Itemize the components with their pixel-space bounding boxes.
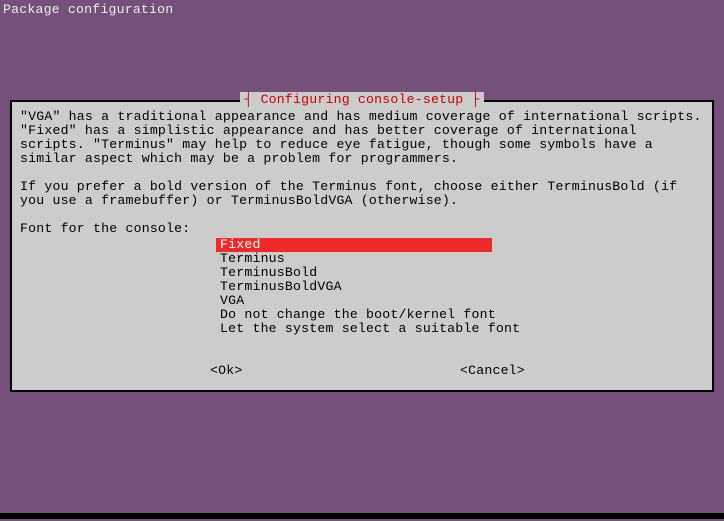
cancel-button[interactable]: <Cancel> (460, 364, 525, 378)
ok-button[interactable]: <Ok> (210, 364, 242, 378)
option-terminusboldvga[interactable]: TerminusBoldVGA (216, 280, 492, 294)
page-title: Package configuration (3, 3, 173, 17)
dialog-box: ┤ Configuring console-setup ├ "VGA" has … (10, 100, 714, 392)
option-fixed[interactable]: Fixed (216, 238, 492, 252)
font-options-list[interactable]: Fixed Terminus TerminusBold TerminusBold… (216, 238, 492, 336)
option-terminusbold[interactable]: TerminusBold (216, 266, 492, 280)
option-vga[interactable]: VGA (216, 294, 492, 308)
dialog-title-text: Configuring console-setup (261, 92, 464, 107)
description-paragraph-1: "VGA" has a traditional appearance and h… (20, 110, 704, 166)
terminal-screen: Package configuration ┤ Configuring cons… (0, 0, 724, 521)
title-decor-left: ┤ (244, 92, 260, 107)
screen-bottom-bar (0, 513, 724, 519)
prompt-label: Font for the console: (20, 222, 704, 236)
option-do-not-change[interactable]: Do not change the boot/kernel font (216, 308, 492, 322)
option-system-select[interactable]: Let the system select a suitable font (216, 322, 492, 336)
dialog-nav: <Ok> <Cancel> (20, 364, 704, 380)
description-paragraph-2: If you prefer a bold version of the Term… (20, 180, 704, 208)
option-terminus[interactable]: Terminus (216, 252, 492, 266)
title-decor-right: ├ (463, 92, 479, 107)
dialog-title: ┤ Configuring console-setup ├ (240, 92, 483, 107)
dialog-title-bar: ┤ Configuring console-setup ├ (12, 93, 712, 107)
